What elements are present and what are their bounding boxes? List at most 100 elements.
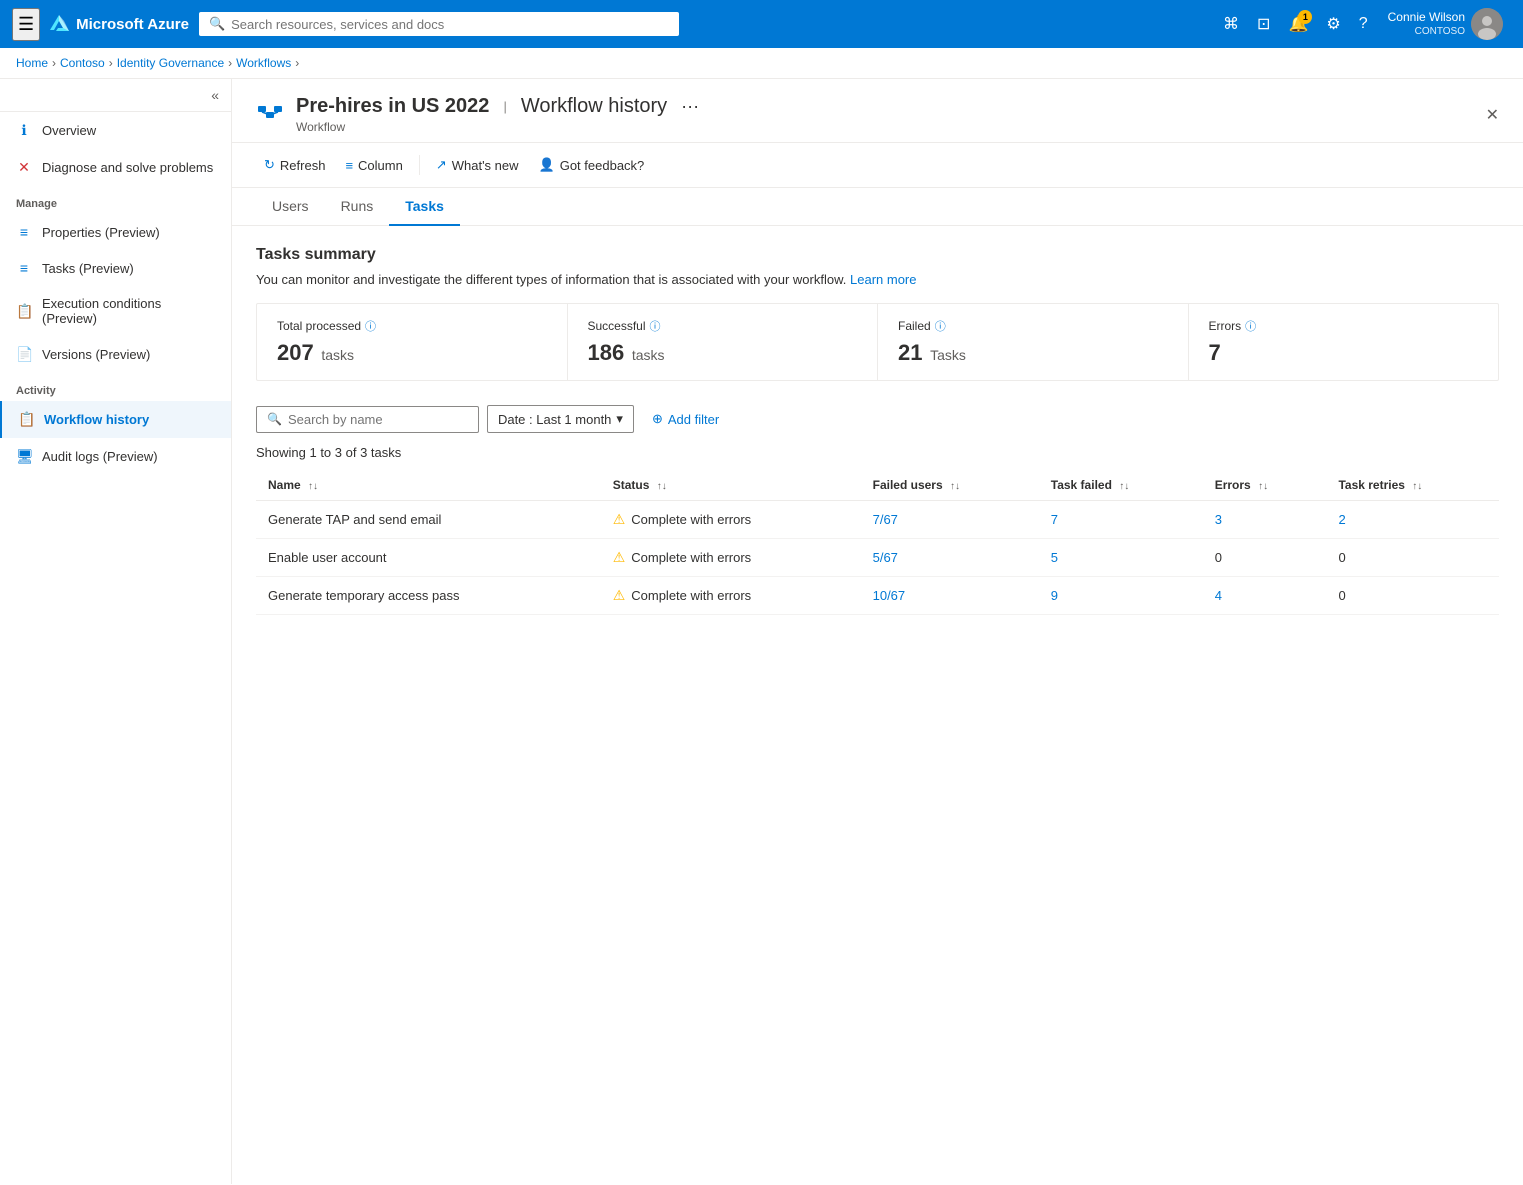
gear-icon: ⚙	[1326, 16, 1340, 33]
cell-errors-0: 3	[1203, 501, 1327, 539]
breadcrumb-contoso[interactable]: Contoso	[60, 56, 105, 70]
task-failed-sort-icon[interactable]: ↑↓	[1119, 481, 1129, 492]
sidebar-label-tasks: Tasks (Preview)	[42, 261, 134, 276]
learn-more-link[interactable]: Learn more	[850, 272, 916, 287]
card-successful: Successful ⓘ 186 tasks	[568, 304, 879, 380]
section-title: Tasks summary	[256, 246, 1499, 264]
external-link-icon: ↗	[436, 157, 447, 173]
sidebar-label-diagnose: Diagnose and solve problems	[42, 160, 213, 175]
errors-link-2[interactable]: 4	[1215, 588, 1222, 603]
status-sort-icon[interactable]: ↑↓	[657, 481, 667, 492]
tasks-content: Tasks summary You can monitor and invest…	[232, 226, 1523, 635]
failed-info-icon[interactable]: ⓘ	[935, 318, 946, 334]
column-button[interactable]: ≡ Column	[337, 152, 410, 179]
tab-tasks[interactable]: Tasks	[389, 188, 460, 226]
main-content-area: Pre-hires in US 2022 | Workflow history …	[232, 79, 1523, 1184]
name-search-input[interactable]	[288, 412, 468, 427]
table-row: Generate TAP and send email ⚠ Complete w…	[256, 501, 1499, 539]
cell-errors-1: 0	[1203, 539, 1327, 577]
name-sort-icon[interactable]: ↑↓	[308, 481, 318, 492]
refresh-icon: ↻	[264, 157, 275, 173]
errors-info-icon[interactable]: ⓘ	[1245, 318, 1256, 334]
sidebar-item-diagnose[interactable]: ✕ Diagnose and solve problems	[0, 149, 231, 186]
brand-logo: Microsoft Azure	[50, 14, 189, 34]
question-icon: ?	[1359, 15, 1368, 32]
sidebar-label-overview: Overview	[42, 123, 96, 138]
notifications-button[interactable]: 🔔 1	[1282, 8, 1314, 40]
notification-badge: 1	[1298, 10, 1312, 24]
azure-logo-icon	[50, 14, 70, 34]
errors-sort-icon[interactable]: ↑↓	[1258, 481, 1268, 492]
settings-button[interactable]: ⚙	[1320, 8, 1346, 40]
user-display-name: Connie Wilson	[1388, 10, 1465, 26]
properties-icon: ≡	[16, 224, 32, 240]
cell-name-2: Generate temporary access pass	[256, 577, 601, 615]
errors-value: 7	[1209, 340, 1221, 365]
global-search[interactable]: 🔍	[199, 12, 679, 36]
tabs: Users Runs Tasks	[232, 188, 1523, 226]
feedback-button[interactable]: 👤 Got feedback?	[531, 151, 653, 179]
failed-users-link-1[interactable]: 5/67	[873, 550, 898, 565]
add-filter-button[interactable]: ⊕ Add filter	[642, 406, 729, 432]
add-filter-icon: ⊕	[652, 411, 663, 427]
diagnose-icon: ✕	[16, 159, 32, 176]
tab-users[interactable]: Users	[256, 188, 325, 226]
sidebar-item-audit-logs[interactable]: 🖥 Audit logs (Preview)	[0, 438, 231, 475]
retries-value-1: 0	[1338, 550, 1345, 565]
sidebar-item-properties[interactable]: ≡ Properties (Preview)	[0, 214, 231, 250]
refresh-label: Refresh	[280, 158, 326, 173]
search-input[interactable]	[231, 17, 669, 32]
workflow-history-icon: 📋	[18, 411, 34, 428]
task-retries-sort-icon[interactable]: ↑↓	[1412, 481, 1422, 492]
search-icon: 🔍	[209, 16, 225, 32]
user-profile[interactable]: Connie Wilson CONTOSO	[1380, 4, 1511, 44]
versions-icon: 📄	[16, 346, 32, 363]
successful-info-icon[interactable]: ⓘ	[650, 318, 661, 334]
breadcrumb-identity-governance[interactable]: Identity Governance	[117, 56, 224, 70]
table-row: Enable user account ⚠ Complete with erro…	[256, 539, 1499, 577]
failed-users-link-0[interactable]: 7/67	[873, 512, 898, 527]
failed-users-link-2[interactable]: 10/67	[873, 588, 906, 603]
task-failed-link-2[interactable]: 9	[1051, 588, 1058, 603]
showing-count: Showing 1 to 3 of 3 tasks	[256, 445, 1499, 460]
errors-link-0[interactable]: 3	[1215, 512, 1222, 527]
tasks-icon: ≡	[16, 260, 32, 276]
workflow-icon	[256, 98, 284, 126]
cloud-shell-button[interactable]: ⌘	[1217, 8, 1245, 40]
sidebar-item-execution[interactable]: 📋 Execution conditions (Preview)	[0, 286, 231, 336]
whats-new-button[interactable]: ↗ What's new	[428, 151, 527, 179]
hamburger-menu[interactable]: ☰	[12, 8, 40, 41]
sidebar-item-overview[interactable]: ℹ Overview	[0, 112, 231, 149]
avatar[interactable]	[1471, 8, 1503, 40]
retries-link-0[interactable]: 2	[1338, 512, 1345, 527]
errors-label: Errors	[1209, 319, 1242, 333]
help-button[interactable]: ?	[1353, 9, 1374, 39]
sidebar-label-execution: Execution conditions (Preview)	[42, 296, 215, 326]
directory-button[interactable]: ⊡	[1251, 8, 1276, 40]
sidebar-item-tasks[interactable]: ≡ Tasks (Preview)	[0, 250, 231, 286]
breadcrumb-home[interactable]: Home	[16, 56, 48, 70]
collapse-icon: «	[211, 87, 219, 103]
breadcrumb-sep-1: ›	[52, 56, 56, 70]
date-filter-button[interactable]: Date : Last 1 month ▾	[487, 405, 634, 433]
search-input-container[interactable]: 🔍	[256, 406, 479, 433]
sidebar-item-workflow-history[interactable]: 📋 Workflow history	[0, 401, 231, 438]
breadcrumb-workflows[interactable]: Workflows	[236, 56, 291, 70]
total-processed-info-icon[interactable]: ⓘ	[365, 318, 376, 334]
close-button[interactable]: ✕	[1486, 105, 1499, 125]
task-failed-link-0[interactable]: 7	[1051, 512, 1058, 527]
cell-task-retries-1: 0	[1326, 539, 1499, 577]
sidebar-item-versions[interactable]: 📄 Versions (Preview)	[0, 336, 231, 373]
task-failed-link-1[interactable]: 5	[1051, 550, 1058, 565]
failed-value: 21	[898, 340, 922, 365]
failed-users-sort-icon[interactable]: ↑↓	[950, 481, 960, 492]
tab-runs[interactable]: Runs	[325, 188, 390, 226]
date-filter-label: Date : Last 1 month	[498, 412, 611, 427]
cell-name-0: Generate TAP and send email	[256, 501, 601, 539]
refresh-button[interactable]: ↻ Refresh	[256, 151, 333, 179]
sidebar-collapse-button[interactable]: «	[211, 87, 219, 103]
whats-new-label: What's new	[452, 158, 519, 173]
cell-status-0: ⚠ Complete with errors	[601, 501, 861, 539]
more-options-button[interactable]: ···	[681, 96, 699, 117]
summary-cards: Total processed ⓘ 207 tasks Successful ⓘ…	[256, 303, 1499, 381]
